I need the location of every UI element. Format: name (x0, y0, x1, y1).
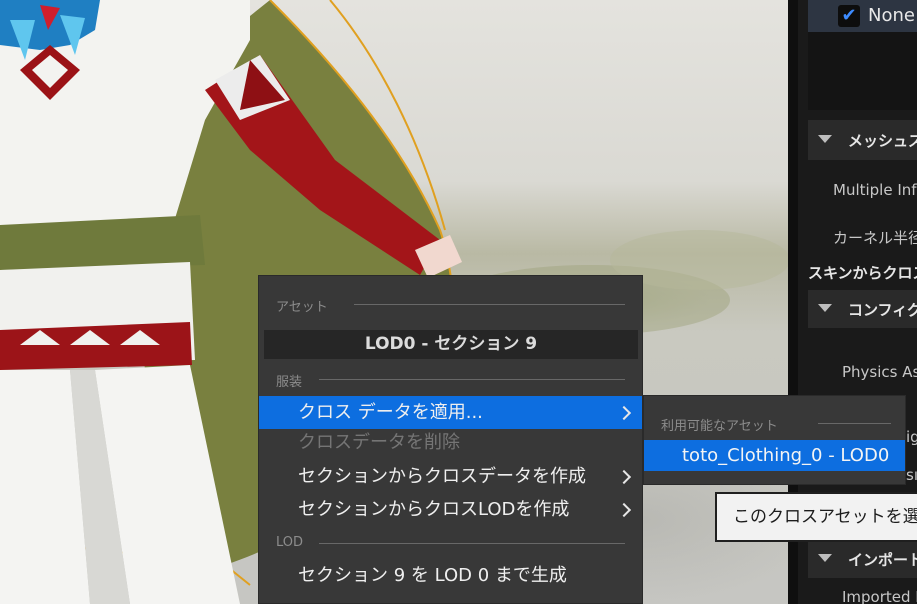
section-divider (818, 423, 891, 424)
available-assets-label: 利用可能なアセット (661, 419, 778, 434)
context-menu: アセット LOD0 - セクション 9 服装 クロス データを適用... クロス… (258, 275, 643, 604)
property-label: ig (906, 428, 917, 446)
create-clothing-data-from-section-item[interactable]: セクションからクロスデータを作成 (259, 460, 642, 493)
kernel-radius-label: カーネル半径 (833, 229, 917, 247)
skin-to-cloth-label: スキンからクロス (808, 264, 917, 282)
import-section-header[interactable]: インポート (808, 540, 917, 578)
tooltip: このクロスアセットを選択 (715, 492, 917, 542)
imported-file-label: Imported Fil (842, 588, 917, 604)
physics-asset-label: Physics Ass (842, 363, 917, 381)
property-label: sı (906, 466, 917, 484)
collapse-triangle-icon (818, 304, 832, 312)
none-option-label: None (868, 5, 915, 26)
section-divider (319, 379, 625, 380)
submenu-arrow-icon (616, 469, 632, 485)
collapse-triangle-icon (818, 135, 832, 143)
create-clothing-lod-from-section-item[interactable]: セクションからクロスLODを作成 (259, 493, 642, 526)
remove-clothing-data-item[interactable]: クロスデータを削除 (259, 426, 642, 459)
clothing-section-label: 服装 (276, 375, 303, 390)
lod-section-title: LOD0 - セクション 9 (264, 330, 638, 359)
multiple-influences-label: Multiple Influ (833, 181, 917, 199)
available-assets-submenu: 利用可能なアセット toto_Clothing_0 - LOD0 (643, 395, 906, 485)
asset-section-label: アセット (276, 300, 328, 315)
none-option-row[interactable]: ✔ None (808, 0, 917, 32)
clothing-asset-item[interactable]: toto_Clothing_0 - LOD0 (644, 440, 905, 471)
mesh-section-header[interactable]: メッシュス (808, 120, 917, 160)
config-section-header[interactable]: コンフィグ (808, 290, 917, 328)
submenu-arrow-icon (616, 405, 632, 421)
lod-section-label: LOD (276, 535, 304, 550)
details-empty-area (808, 32, 917, 110)
section-divider (319, 543, 625, 544)
apply-clothing-data-item[interactable]: クロス データを適用... (259, 396, 642, 429)
generate-lod-item[interactable]: セクション 9 を LOD 0 まで生成 (259, 559, 642, 592)
collapse-triangle-icon (818, 554, 832, 562)
section-divider (354, 304, 625, 305)
submenu-arrow-icon (616, 502, 632, 518)
check-icon[interactable]: ✔ (838, 5, 860, 27)
